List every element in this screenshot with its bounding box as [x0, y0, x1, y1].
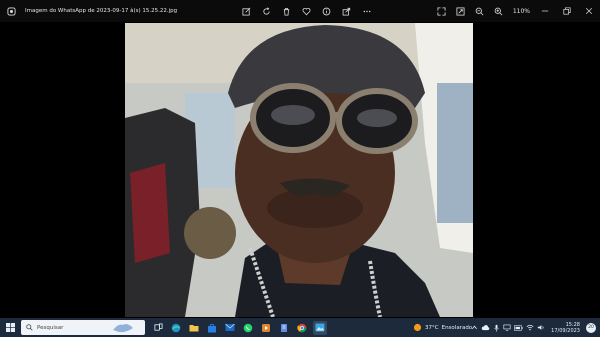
search-box[interactable]: Pesquisar: [21, 320, 145, 335]
photos-app-icon: [5, 5, 17, 17]
task-view-icon[interactable]: [151, 321, 165, 335]
close-icon[interactable]: [578, 0, 600, 22]
image-toolbar: [241, 0, 372, 22]
chevron-up-icon[interactable]: [471, 324, 478, 331]
battery-icon[interactable]: [514, 324, 523, 331]
photo-illustration: [125, 23, 473, 317]
view-controls: 110%: [431, 0, 600, 22]
taskbar: Pesquisar 37°C Ensolarado 15:28 17/09/20…: [0, 318, 600, 337]
weather-temp: 37°C: [425, 324, 439, 331]
rotate-icon[interactable]: [261, 6, 272, 17]
image-filename: Imagem do WhatsApp de 2023-09-17 à(s) 15…: [25, 8, 178, 14]
delete-icon[interactable]: [281, 6, 292, 17]
zoom-in-icon[interactable]: [491, 3, 507, 19]
minimize-icon[interactable]: [534, 0, 556, 22]
taskbar-apps: [151, 320, 327, 335]
file-explorer-icon[interactable]: [187, 321, 201, 335]
chrome-icon[interactable]: [295, 321, 309, 335]
search-placeholder: Pesquisar: [37, 324, 64, 331]
mail-icon[interactable]: [223, 321, 237, 335]
edit-icon[interactable]: [241, 6, 252, 17]
photo[interactable]: [125, 23, 473, 317]
windows-start-icon[interactable]: [2, 318, 18, 337]
notification-badge[interactable]: 20: [586, 322, 596, 333]
fullscreen-icon[interactable]: [434, 3, 450, 19]
cloud-icon[interactable]: [481, 324, 490, 331]
microphone-icon[interactable]: [493, 324, 500, 332]
volume-icon[interactable]: [537, 324, 545, 331]
weather-text: Ensolarado: [441, 324, 473, 331]
zoom-out-icon[interactable]: [472, 3, 488, 19]
sun-icon: [413, 323, 422, 332]
edge-icon[interactable]: [169, 321, 183, 335]
fit-icon[interactable]: [453, 3, 469, 19]
info-icon[interactable]: [321, 6, 332, 17]
favorite-icon[interactable]: [301, 6, 312, 17]
wifi-icon[interactable]: [526, 324, 534, 331]
photos-taskbar-icon[interactable]: [313, 320, 327, 335]
clock-date: 17/09/2023: [551, 327, 580, 334]
more-icon[interactable]: [361, 6, 372, 17]
restore-icon[interactable]: [556, 0, 578, 22]
whatsapp-icon[interactable]: [241, 321, 255, 335]
system-tray: 15:28 17/09/2023 20: [471, 318, 596, 337]
share-icon[interactable]: [341, 6, 352, 17]
notes-app-icon[interactable]: [277, 321, 291, 335]
search-highlight-icon: [111, 321, 135, 334]
clock[interactable]: 15:28 17/09/2023: [551, 322, 580, 334]
search-icon: [26, 324, 33, 331]
weather-widget[interactable]: 37°C Ensolarado: [413, 318, 472, 337]
store-icon[interactable]: [205, 321, 219, 335]
zoom-level[interactable]: 110%: [513, 8, 530, 15]
display-icon[interactable]: [503, 324, 511, 331]
media-player-icon[interactable]: [259, 321, 273, 335]
